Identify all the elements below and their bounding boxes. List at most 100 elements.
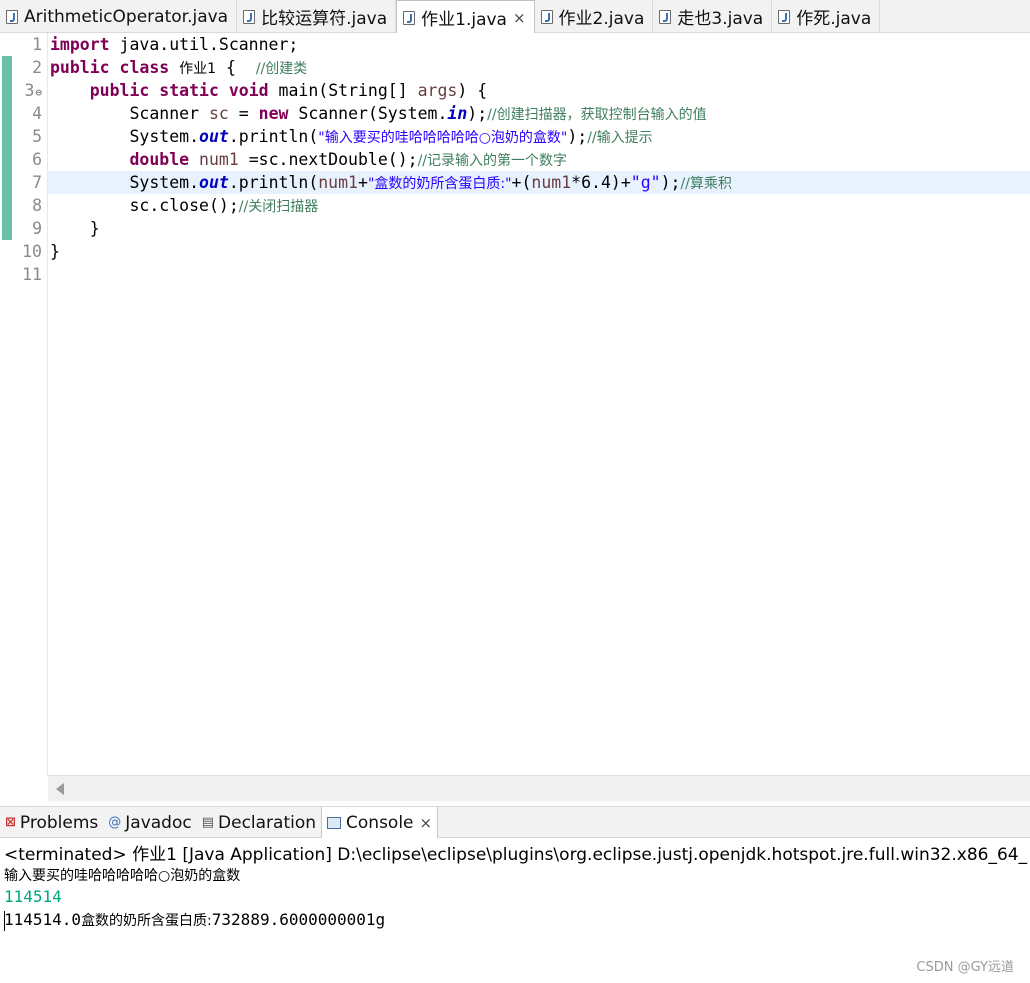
class-name: 作业1 (179, 61, 217, 77)
line-number: 6 (32, 150, 42, 169)
tab-arithmetic-operator[interactable]: ArithmeticOperator.java (0, 0, 238, 33)
line-number: 2 (32, 58, 42, 77)
view-tab-bar: ⊠ Problems @ Javadoc ▤ Declaration Conso… (0, 806, 1030, 838)
code-text: } (89, 219, 100, 238)
console-output[interactable]: <terminated> 作业1 [Java Application] D:\e… (0, 839, 1030, 983)
code-text: = (228, 104, 259, 123)
code-line-7-current: System.out.println(num1+"盒数的奶所含蛋白质:"+(nu… (48, 171, 1030, 194)
comment: //记录输入的第一个数字 (417, 153, 568, 169)
fold-collapse-icon[interactable]: ⊖ (35, 86, 42, 99)
code-text: System. (129, 127, 200, 146)
line-number-value: 3 (24, 81, 35, 100)
variable: sc (208, 104, 229, 123)
tab-zouye3[interactable]: 走也3.java (653, 0, 773, 33)
comment: //创建扫描器，获取控制台输入的值 (487, 107, 707, 123)
code-text: } (50, 242, 60, 261)
tab-problems[interactable]: ⊠ Problems (0, 807, 103, 838)
tab-label: Declaration (218, 812, 317, 833)
result-text: 盒数的奶所含蛋白质: (81, 913, 212, 929)
result-value: 732889.6000000001g (211, 910, 386, 929)
tab-label: 作业2.java (558, 9, 645, 29)
code-text: main(String[] (268, 81, 418, 100)
watermark: CSDN @GY远道 (916, 960, 1014, 975)
tab-label: ArithmeticOperator.java (24, 6, 229, 27)
code-text: Scanner(System. (288, 104, 448, 123)
code-text: java.util.Scanner; (109, 35, 299, 54)
console-user-input: 114514 (4, 887, 62, 906)
result-number: 114514.0 (4, 910, 82, 929)
tab-label: 作死.java (796, 9, 872, 29)
comment: //创建类 (255, 61, 308, 77)
javadoc-icon: @ (108, 815, 122, 830)
tab-console[interactable]: Console × (321, 807, 439, 838)
code-line-4: Scanner sc = new Scanner(System.in);//创建… (48, 102, 1030, 125)
console-output-line: 输入要买的哇哈哈哈哈哈○泡奶的盒数 (4, 868, 241, 884)
tab-label: 作业1.java (421, 10, 507, 30)
tab-javadoc[interactable]: @ Javadoc (103, 807, 196, 838)
code-line-9: } (48, 217, 1030, 240)
java-file-icon (659, 9, 672, 24)
code-text: Scanner (129, 104, 209, 123)
variable: num1 (318, 173, 358, 192)
line-number: 1 (32, 35, 42, 54)
keyword: import (50, 35, 110, 54)
code-text: +( (511, 173, 532, 192)
tab-label: Javadoc (125, 812, 192, 833)
code-text: *6.4)+ (571, 173, 631, 192)
static-field: out (199, 127, 229, 146)
keyword: static (159, 81, 219, 100)
code-line-2: public class 作业1 { //创建类 (48, 56, 1030, 79)
tab-label: 比较运算符.java (261, 9, 388, 29)
code-text-area[interactable]: import java.util.Scanner; public class 作… (48, 33, 1030, 775)
console-result-line: 114514.0盒数的奶所含蛋白质:732889.6000000001g (4, 910, 385, 930)
code-line-5: System.out.println("输入要买的哇哈哈哈哈哈○泡奶的盒数");… (48, 125, 1030, 148)
code-text: ); (467, 104, 488, 123)
tab-zuosi[interactable]: 作死.java (772, 0, 881, 33)
line-number-gutter: 1 2 3⊖ 4 5 6 7 8 9 10 11 (14, 33, 48, 775)
keyword: public (50, 58, 110, 77)
code-text: =sc.nextDouble(); (248, 150, 418, 169)
line-number: 11 (22, 265, 42, 284)
tab-comparison-operator[interactable]: 比较运算符.java (237, 0, 397, 33)
code-line-10: } (48, 240, 1030, 263)
line-number: 9 (32, 219, 42, 238)
code-line-6: double num1 =sc.nextDouble();//记录输入的第一个数… (48, 148, 1030, 171)
code-line-1: import java.util.Scanner; (48, 33, 1030, 56)
code-text: + (358, 173, 368, 192)
tab-homework2[interactable]: 作业2.java (535, 0, 654, 33)
tab-homework1[interactable]: 作业1.java × (396, 0, 535, 34)
close-icon[interactable]: × (513, 9, 526, 27)
keyword: class (119, 58, 170, 77)
close-icon[interactable]: × (420, 814, 433, 832)
tab-label: 走也3.java (677, 9, 764, 29)
variable: num1 (189, 150, 249, 169)
change-ruler (0, 56, 14, 240)
keyword: void (228, 81, 269, 100)
string-literal: "盒数的奶所含蛋白质:" (367, 176, 512, 192)
console-status: <terminated> 作业1 [Java Application] D:\e… (4, 845, 1028, 865)
declaration-icon: ▤ (201, 815, 215, 830)
comment: //算乘积 (680, 176, 732, 192)
keyword: public (89, 81, 150, 100)
line-number: 5 (32, 127, 42, 146)
keyword: double (129, 150, 190, 169)
console-icon (327, 816, 342, 829)
tab-declaration[interactable]: ▤ Declaration (197, 807, 321, 838)
java-file-icon (540, 9, 553, 24)
code-text: ); (660, 173, 681, 192)
text-cursor (4, 911, 5, 931)
code-editor[interactable]: 1 2 3⊖ 4 5 6 7 8 9 10 11 import java.uti… (0, 33, 1030, 801)
line-number: 4 (32, 104, 42, 123)
editor-tab-bar: ArithmeticOperator.java 比较运算符.java 作业1.j… (0, 0, 1030, 34)
problems-icon: ⊠ (5, 815, 16, 830)
comment: //关闭扫描器 (238, 199, 319, 215)
scroll-left-arrow-icon[interactable] (56, 783, 64, 795)
code-text: .println( (228, 173, 319, 192)
code-line-3: public static void main(String[] args) { (48, 79, 1030, 102)
static-field: in (447, 104, 468, 123)
tab-label: Console (346, 812, 414, 833)
code-text: ); (567, 127, 588, 146)
line-number: 3⊖ (14, 79, 42, 102)
horizontal-scrollbar[interactable] (48, 775, 1030, 801)
